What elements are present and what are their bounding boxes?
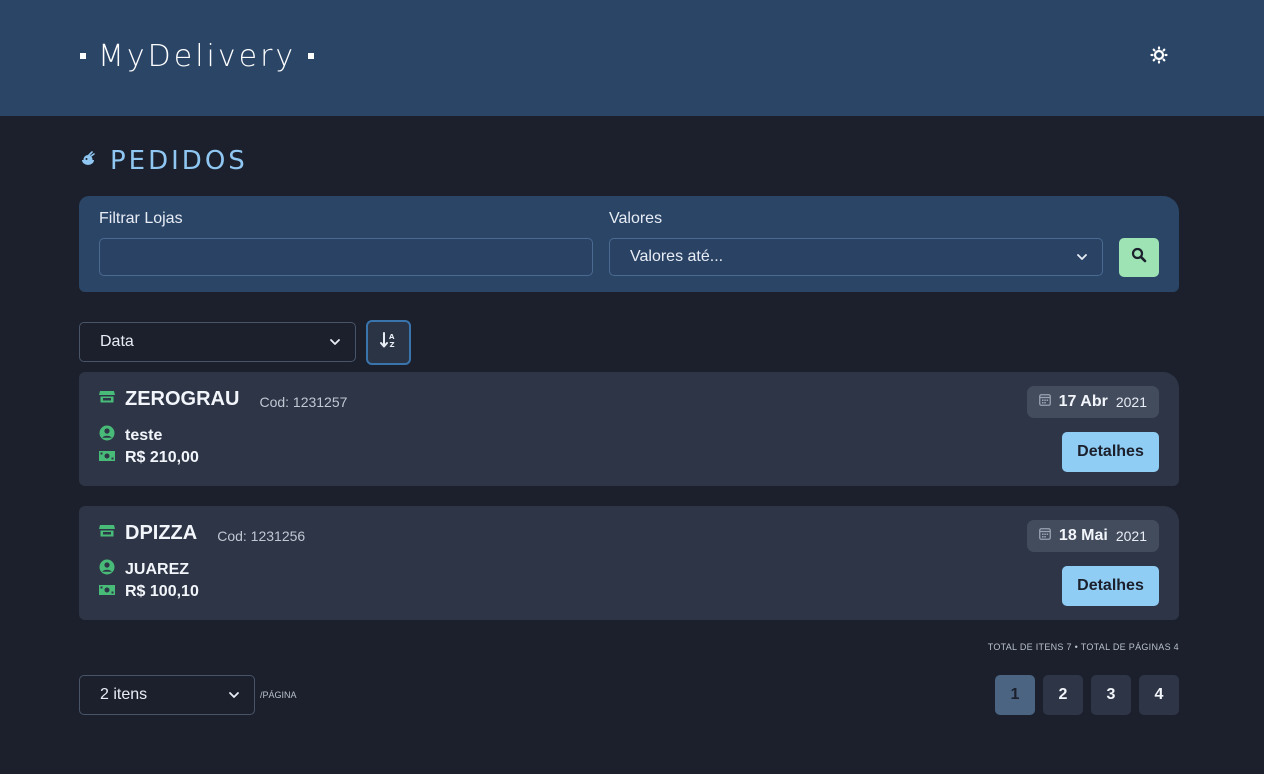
order-date-badge: 18 Mai 2021: [1026, 520, 1159, 552]
details-button[interactable]: Detalhes: [1062, 432, 1159, 472]
order-customer: JUAREZ: [125, 560, 190, 578]
store-icon: [99, 523, 115, 544]
logo-text: MyDelivery: [98, 38, 297, 74]
pagination: 1 2 3 4: [995, 675, 1179, 715]
order-customer: teste: [125, 426, 163, 444]
order-store-row: ZEROGRAU Cod: 1231257: [99, 388, 347, 411]
order-value: R$ 100,10: [125, 583, 199, 600]
order-value: R$ 210,00: [125, 449, 199, 466]
order-card: ZEROGRAU Cod: 1231257 teste R$ 210,00 17…: [79, 372, 1179, 486]
chevron-down-icon: [228, 686, 240, 704]
store-filter-input[interactable]: [99, 238, 593, 276]
order-store-name: DPIZZA: [125, 522, 198, 544]
app-header: MyDelivery: [0, 0, 1264, 116]
order-date-badge: 17 Abr 2021: [1026, 386, 1159, 418]
items-per-page-value: 2 itens: [100, 686, 148, 703]
food-icon: [80, 150, 96, 172]
sort-select-value: Data: [100, 333, 134, 350]
order-store-name: ZEROGRAU: [125, 388, 240, 410]
items-per-page-select[interactable]: 2 itens: [79, 675, 255, 715]
sort-amount-down-icon: A Z: [379, 331, 398, 354]
app-logo[interactable]: MyDelivery: [80, 36, 315, 76]
pagination-totals: TOTAL DE ITENS 7 • TOTAL DE PÁGINAS 4: [987, 642, 1179, 652]
user-circle-icon: [99, 559, 115, 580]
values-select-value: Valores até...: [630, 248, 724, 265]
values-filter-label: Valores: [609, 210, 663, 227]
order-date-day-month: 18 Mai: [1058, 527, 1108, 544]
per-page-label: /PÁGINA: [260, 690, 297, 700]
order-value-row: R$ 100,10: [99, 583, 199, 601]
calendar-icon: [1038, 393, 1051, 411]
page-button-2[interactable]: 2: [1043, 675, 1083, 715]
order-customer-row: JUAREZ: [99, 559, 189, 580]
order-code: Cod: 1231257: [259, 393, 348, 410]
page-button-4[interactable]: 4: [1139, 675, 1179, 715]
values-select[interactable]: Valores até...: [609, 238, 1103, 276]
order-customer-row: teste: [99, 425, 162, 446]
search-icon: [1131, 247, 1147, 268]
sun-icon: [1150, 45, 1168, 69]
logo-dot-left: [80, 53, 86, 59]
order-card: DPIZZA Cod: 1231256 JUAREZ R$ 100,10 18 …: [79, 506, 1179, 620]
page-button-3[interactable]: 3: [1091, 675, 1131, 715]
store-icon: [99, 389, 115, 410]
svg-text:A: A: [389, 333, 395, 341]
order-date-day-month: 17 Abr: [1058, 393, 1108, 410]
logo-dot-right: [308, 53, 315, 59]
chevron-down-icon: [329, 333, 341, 351]
order-store-row: DPIZZA Cod: 1231256: [99, 522, 305, 545]
page-button-1[interactable]: 1: [995, 675, 1035, 715]
user-circle-icon: [99, 425, 115, 446]
search-button[interactable]: [1119, 238, 1159, 277]
money-bill-icon: [99, 449, 115, 467]
page-title: Pedidos: [110, 146, 248, 176]
store-filter-label: Filtrar Lojas: [99, 210, 183, 227]
chevron-down-icon: [1076, 248, 1088, 266]
order-date-year: 2021: [1115, 394, 1147, 410]
sort-direction-button[interactable]: A Z: [366, 320, 411, 365]
order-code: Cod: 1231256: [217, 527, 306, 544]
theme-toggle-button[interactable]: [1146, 44, 1172, 70]
svg-text:Z: Z: [389, 341, 394, 349]
order-date-year: 2021: [1115, 528, 1147, 544]
order-value-row: R$ 210,00: [99, 449, 199, 467]
details-button[interactable]: Detalhes: [1062, 566, 1159, 606]
money-bill-icon: [99, 583, 115, 601]
calendar-icon: [1039, 527, 1051, 545]
page-heading: Pedidos: [80, 144, 248, 178]
filter-panel: Filtrar Lojas Valores Valores até...: [79, 196, 1179, 292]
sort-select[interactable]: Data: [79, 322, 356, 362]
